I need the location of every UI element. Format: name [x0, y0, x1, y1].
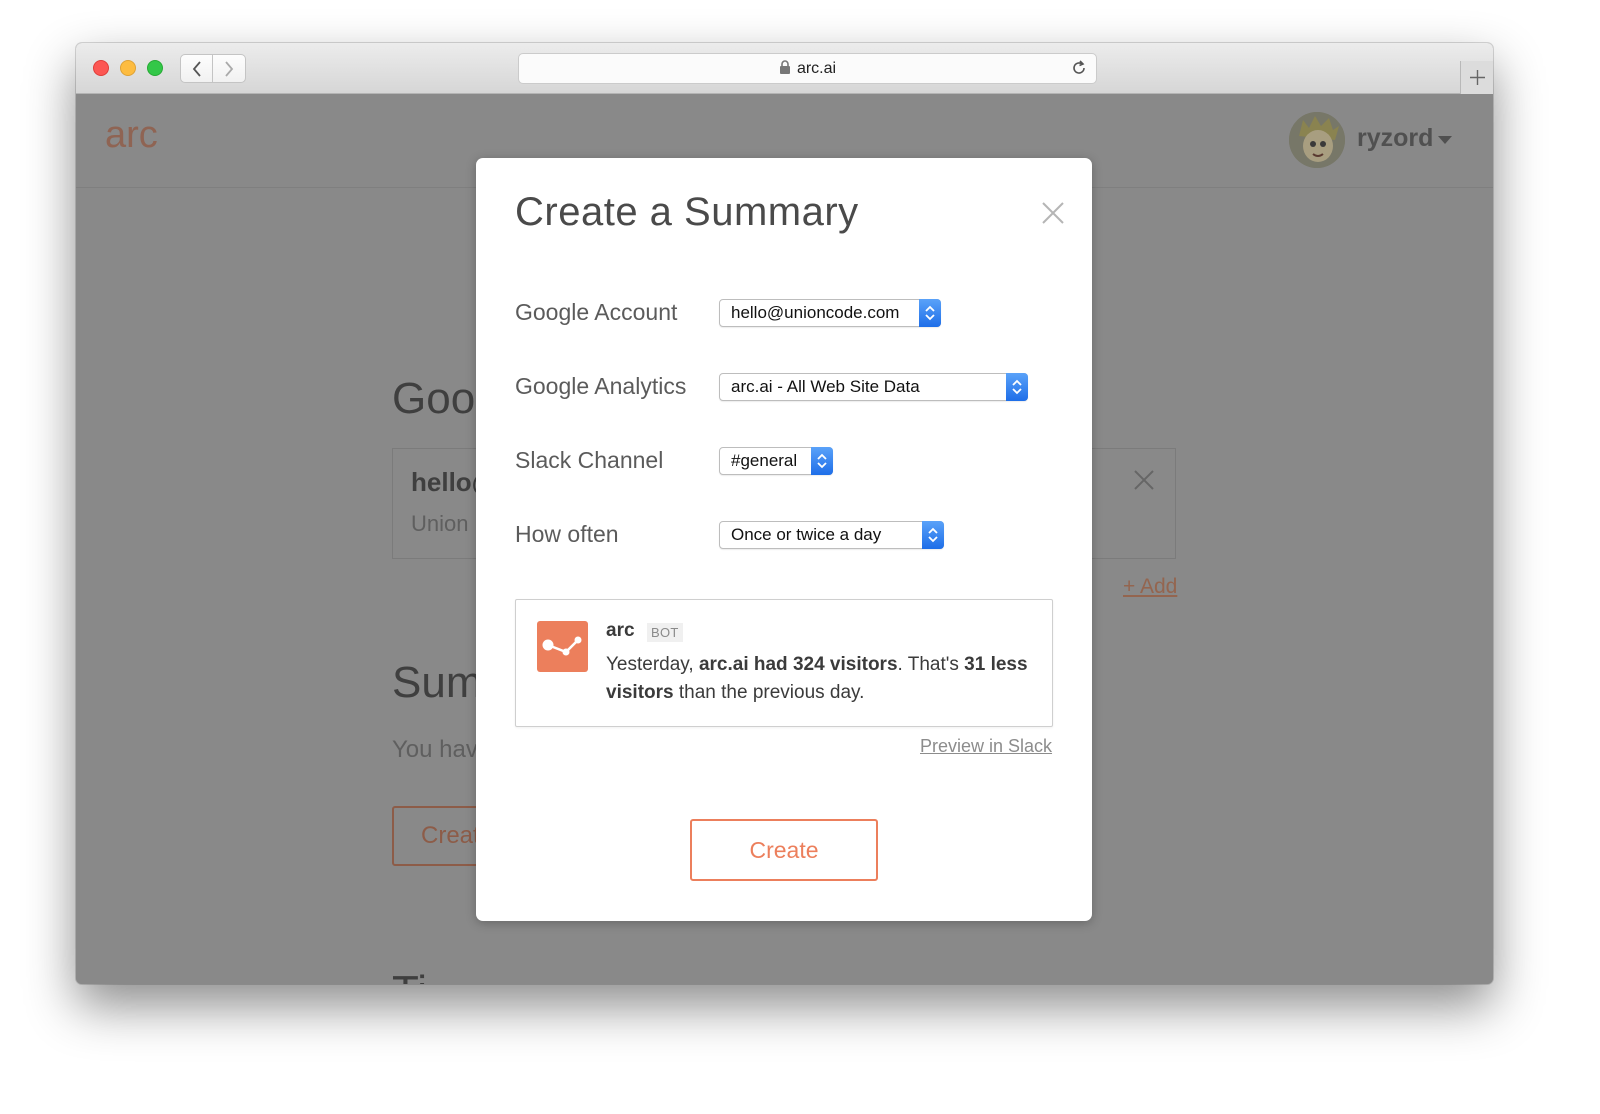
slack-channel-select[interactable]: #general [719, 447, 833, 475]
bot-message: Yesterday, arc.ai had 324 visitors. That… [606, 651, 1036, 707]
back-button[interactable] [180, 54, 213, 83]
chevron-right-icon [225, 61, 234, 77]
google-account-select[interactable]: hello@unioncode.com [719, 299, 941, 327]
address-bar[interactable]: arc.ai [518, 53, 1097, 84]
close-icon[interactable] [1042, 202, 1064, 224]
zoom-window-button[interactable] [147, 60, 163, 76]
bot-message-text: Yesterday, [606, 654, 699, 675]
bot-badge: BOT [647, 623, 683, 642]
google-analytics-label: Google Analytics [515, 373, 687, 399]
modal-title: Create a Summary [515, 190, 859, 234]
bot-message-visitors: arc.ai had 324 visitors [698, 654, 898, 675]
user-menu-name[interactable]: ryzord [1357, 124, 1433, 153]
close-icon[interactable] [1133, 469, 1155, 491]
how-often-select[interactable]: Once or twice a day [719, 521, 944, 549]
lock-icon [779, 60, 791, 80]
page-content: arc ryzord Goo hello@ Union + Add Sum Yo… [76, 94, 1493, 984]
how-often-value: Once or twice a day [731, 525, 882, 544]
slack-preview: arc BOT Yesterday, arc.ai had 324 visito… [515, 599, 1053, 727]
google-analytics-select[interactable]: arc.ai - All Web Site Data [719, 373, 1028, 401]
minimize-window-button[interactable] [120, 60, 136, 76]
avatar[interactable] [1289, 112, 1345, 168]
bot-name: arc [606, 620, 635, 641]
updown-arrows-icon [811, 447, 833, 475]
bot-message-text: . That's [897, 654, 965, 675]
updown-arrows-icon [919, 299, 941, 327]
new-tab-button[interactable] [1460, 61, 1493, 94]
how-often-label: How often [515, 521, 619, 547]
add-account-link[interactable]: + Add [1123, 575, 1177, 599]
browser-titlebar: arc.ai [76, 43, 1493, 94]
google-account-label: Google Account [515, 299, 678, 325]
browser-window: arc.ai arc ryzord Goo hello@ Union + Add… [76, 43, 1493, 984]
updown-arrows-icon [1006, 373, 1028, 401]
forward-button[interactable] [213, 54, 246, 83]
google-analytics-value: arc.ai - All Web Site Data [731, 377, 920, 396]
url-text: arc.ai [796, 60, 837, 77]
chevron-left-icon [192, 61, 201, 77]
section-heading-summaries: Sum [392, 658, 483, 707]
section-heading-third: Ti [392, 967, 427, 984]
create-button[interactable]: Create [690, 819, 878, 881]
summaries-empty-text: You hav [392, 736, 478, 763]
reload-icon[interactable] [1070, 59, 1088, 82]
google-account-value: hello@unioncode.com [731, 303, 900, 322]
arc-bot-icon [537, 621, 588, 672]
section-heading-google: Goo [392, 374, 476, 423]
account-org: Union [411, 511, 469, 536]
updown-arrows-icon [922, 521, 944, 549]
bot-message-text: than the previous day. [673, 682, 865, 703]
preview-in-slack-link[interactable]: Preview in Slack [920, 736, 1052, 757]
close-window-button[interactable] [93, 60, 109, 76]
caret-down-icon[interactable] [1438, 136, 1452, 145]
app-logo[interactable]: arc [105, 114, 158, 157]
plus-icon [1470, 70, 1485, 85]
create-summary-modal: Create a Summary Google Account hello@un… [476, 158, 1092, 921]
slack-channel-label: Slack Channel [515, 447, 664, 473]
slack-channel-value: #general [731, 451, 798, 470]
